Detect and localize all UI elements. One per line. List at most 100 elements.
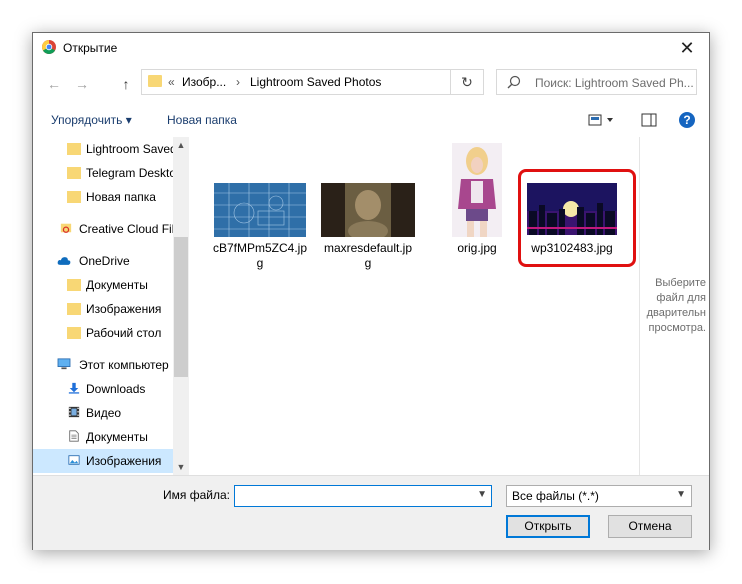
sidebar-item-label: Creative Cloud Fil: [79, 222, 173, 236]
selection-highlight: [518, 169, 636, 267]
folder-icon: [67, 303, 81, 315]
computer-icon: [57, 358, 71, 370]
sidebar-item-label: Telegram Deskto: [86, 166, 173, 180]
preview-line: файл для: [656, 292, 706, 304]
file-name-line: cB7fMPm5ZC4.jp: [212, 241, 308, 255]
preview-line: дварительн: [646, 307, 706, 319]
view-options-button[interactable]: [588, 113, 616, 130]
preview-message: Выберите файл для дварительн просмотра.: [640, 276, 706, 336]
search-icon: [507, 75, 521, 89]
open-file-dialog: Открытие ✕ ← → ↑ « Изобр... › Lightroom …: [32, 32, 710, 550]
sidebar-item-new-folder[interactable]: Новая папка: [33, 185, 189, 209]
address-row: ← → ↑ « Изобр... › Lightroom Saved Photo…: [33, 67, 709, 101]
chevron-down-icon: ▼: [676, 489, 686, 500]
sidebar-item-onedrive-documents[interactable]: Документы: [33, 273, 189, 297]
folder-icon: [67, 279, 81, 291]
cancel-button[interactable]: Отмена: [608, 515, 692, 538]
sidebar-item-onedrive[interactable]: OneDrive: [33, 249, 189, 273]
scrollbar-thumb[interactable]: [174, 237, 188, 377]
view-icon: [588, 114, 613, 126]
sidebar-item-label: Изображения: [86, 302, 162, 316]
sidebar-scrollbar[interactable]: ▲ ▼: [173, 137, 189, 475]
back-button[interactable]: ←: [43, 73, 65, 95]
file-name: orig.jpg: [427, 241, 527, 256]
breadcrumb-overflow[interactable]: «: [168, 75, 175, 89]
search-placeholder: Поиск: Lightroom Saved Ph...: [535, 76, 694, 90]
preview-pane-button[interactable]: [641, 113, 657, 130]
file-name-line: g: [364, 256, 372, 270]
window-title: Открытие: [63, 41, 118, 55]
file-thumbnail: [214, 183, 306, 237]
close-button[interactable]: ✕: [665, 33, 709, 63]
sidebar-item-desktop[interactable]: Рабочий стол: [33, 321, 189, 345]
svg-text:?: ?: [683, 113, 690, 127]
sidebar-item-label: Новая папка: [86, 190, 156, 204]
creative-cloud-icon: [60, 223, 72, 233]
organize-button[interactable]: Упорядочить ▾: [51, 113, 132, 127]
sidebar-item-label: Изображения: [86, 454, 162, 468]
sidebar-item-label: Этот компьютер: [79, 358, 169, 372]
sidebar-item-videos[interactable]: Видео: [33, 401, 189, 425]
scroll-down-icon[interactable]: ▼: [173, 459, 189, 475]
sidebar-item-pictures[interactable]: Изображения: [33, 449, 189, 473]
title-bar: Открытие ✕: [33, 33, 709, 63]
navigation-pane: Lightroom Saved Telegram Deskto Новая па…: [33, 137, 189, 475]
filetype-value: Все файлы (*.*): [512, 489, 599, 503]
file-thumbnail: [452, 143, 502, 237]
address-bar[interactable]: « Изобр... › Lightroom Saved Photos ↻: [141, 69, 484, 95]
sidebar-item-telegram[interactable]: Telegram Deskto: [33, 161, 189, 185]
file-name: maxresdefault.jp g: [318, 241, 418, 271]
preview-line: Выберите: [655, 277, 706, 289]
refresh-button[interactable]: ↻: [450, 70, 483, 94]
file-name-line: g: [256, 256, 264, 270]
sidebar-item-onedrive-pictures[interactable]: Изображения: [33, 297, 189, 321]
file-name-line: maxresdefault.jp: [323, 241, 413, 255]
scroll-up-icon[interactable]: ▲: [173, 137, 189, 153]
breadcrumb-pictures[interactable]: Изобр...: [182, 75, 226, 89]
file-name-line: orig.jpg: [457, 241, 497, 255]
sidebar-item-label: Рабочий стол: [86, 326, 162, 340]
sidebar-item-label: Видео: [86, 406, 122, 420]
download-icon: [68, 382, 80, 394]
breadcrumb-separator: ›: [236, 75, 240, 89]
chrome-icon: [42, 40, 56, 54]
filename-label: Имя файла:: [163, 488, 230, 502]
sidebar-item-label: Downloads: [86, 382, 146, 396]
document-icon: [69, 430, 79, 442]
help-button[interactable]: ?: [678, 111, 696, 132]
video-icon: [68, 406, 80, 418]
filename-input[interactable]: ▼: [234, 485, 492, 507]
chevron-down-icon[interactable]: ▼: [477, 489, 487, 500]
sidebar-item-downloads[interactable]: Downloads: [33, 377, 189, 401]
bottom-panel: Имя файла: ▼ Все файлы (*.*) ▼ Открыть О…: [33, 475, 709, 550]
pictures-icon: [68, 455, 80, 465]
folder-icon: [67, 191, 81, 203]
preview-pane: Выберите файл для дварительн просмотра.: [639, 137, 710, 475]
preview-pane-icon: [641, 113, 657, 127]
cloud-icon: [57, 257, 71, 265]
sidebar-item-label: OneDrive: [79, 254, 130, 268]
sidebar-item-this-pc[interactable]: Этот компьютер: [33, 353, 189, 377]
sidebar-item-label: Документы: [86, 430, 148, 444]
folder-icon: [148, 75, 162, 87]
open-button[interactable]: Открыть: [506, 515, 590, 538]
sidebar-item-documents[interactable]: Документы: [33, 425, 189, 449]
preview-line: просмотра.: [648, 322, 706, 334]
forward-button[interactable]: →: [71, 73, 93, 95]
toolbar: Упорядочить ▾ Новая папка ?: [33, 105, 709, 135]
search-box[interactable]: Поиск: Lightroom Saved Ph...: [496, 69, 697, 95]
folder-icon: [67, 143, 81, 155]
up-button[interactable]: ↑: [115, 73, 137, 95]
help-icon: ?: [679, 112, 695, 128]
sidebar-item-lightroom[interactable]: Lightroom Saved: [33, 137, 189, 161]
filetype-select[interactable]: Все файлы (*.*) ▼: [506, 485, 692, 507]
folder-icon: [67, 327, 81, 339]
new-folder-button[interactable]: Новая папка: [167, 113, 237, 127]
folder-icon: [67, 167, 81, 179]
sidebar-item-label: Документы: [86, 278, 148, 292]
file-name: cB7fMPm5ZC4.jp g: [210, 241, 310, 271]
sidebar-item-creative-cloud[interactable]: Creative Cloud Fil: [33, 217, 189, 241]
sidebar-item-label: Lightroom Saved: [86, 142, 173, 156]
file-thumbnail: [321, 183, 415, 237]
breadcrumb-lightroom[interactable]: Lightroom Saved Photos: [250, 75, 381, 89]
